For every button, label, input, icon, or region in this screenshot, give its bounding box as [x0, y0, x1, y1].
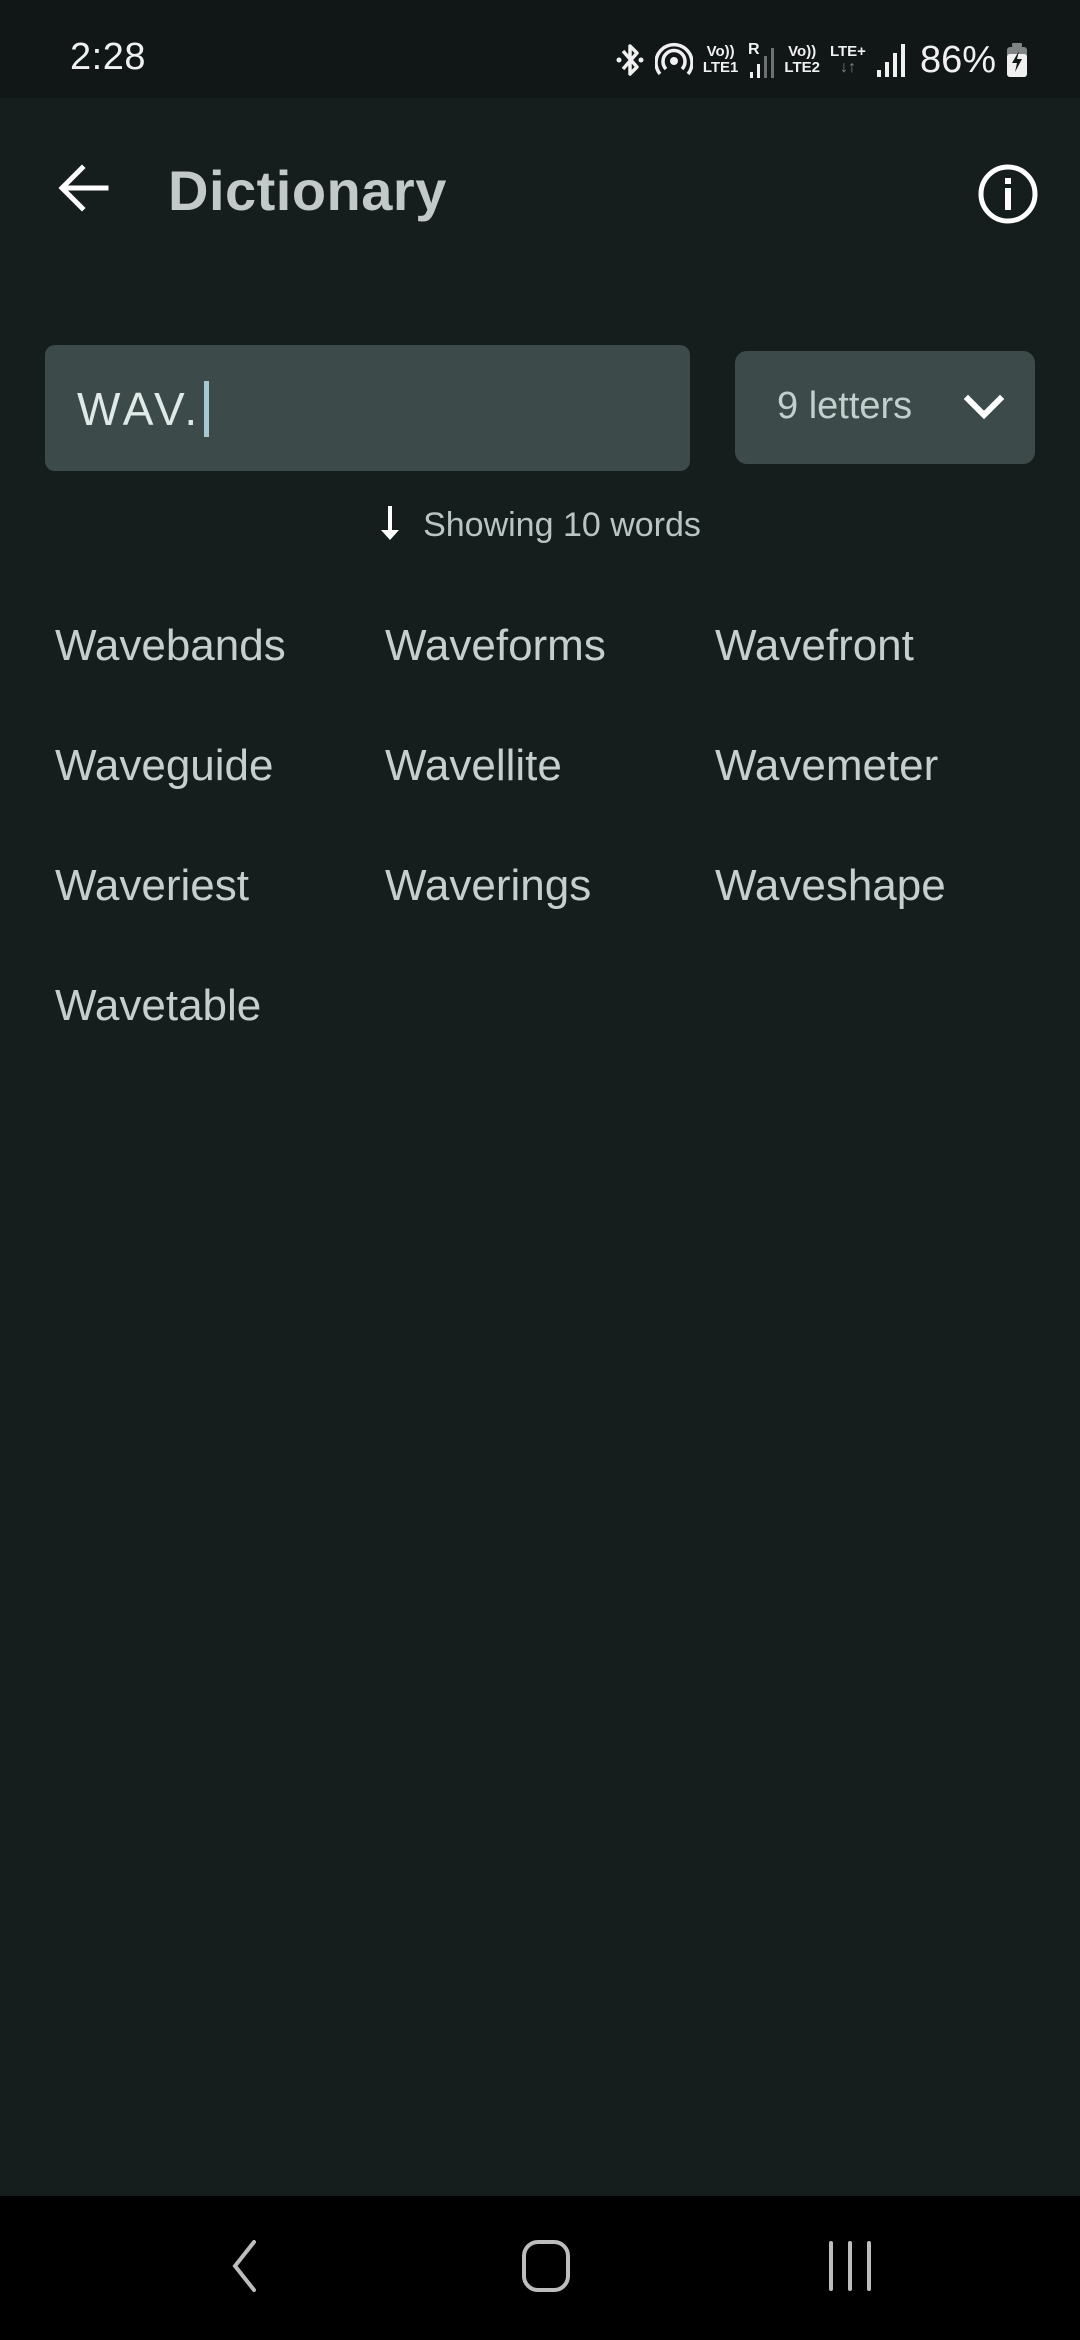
page-title: Dictionary [168, 159, 447, 222]
chevron-down-icon [963, 389, 1005, 425]
nav-back-button[interactable] [195, 2236, 295, 2300]
search-input-value: WAV. [77, 383, 202, 435]
status-bar: 2:28 Vo)) LTE1 R Vo)) LTE2 LTE+ ↓↑ 86% [0, 0, 1080, 98]
nav-back-icon [230, 2239, 260, 2298]
nav-recents-button[interactable] [800, 2236, 900, 2300]
text-caret [204, 381, 210, 437]
nav-home-button[interactable] [496, 2236, 596, 2300]
word-item[interactable]: Wavefront [715, 610, 1045, 730]
signal-roaming-icon: R [748, 40, 775, 80]
battery-percent: 86% [919, 38, 996, 81]
svg-text:R: R [748, 41, 760, 58]
volte-lte2-icon: Vo)) LTE2 [784, 43, 820, 76]
word-item[interactable]: Wavebands [55, 610, 385, 730]
results-summary: Showing 10 words [0, 500, 1080, 550]
back-button[interactable] [52, 158, 116, 222]
nav-recents-icon [825, 2240, 875, 2296]
results-count-text: Showing 10 words [423, 505, 701, 544]
word-item[interactable]: Waverings [385, 850, 715, 970]
battery-charging-icon [1006, 42, 1028, 78]
word-item[interactable]: Wavemeter [715, 730, 1045, 850]
lte-plus-data-icon: LTE+ ↓↑ [829, 43, 866, 76]
app-bar: Dictionary [0, 98, 1080, 298]
system-nav-bar [0, 2196, 1080, 2340]
word-item[interactable]: Waveguide [55, 730, 385, 850]
word-item[interactable]: Wavetable [55, 970, 385, 1090]
word-item[interactable]: Wavellite [385, 730, 715, 850]
arrow-left-icon [58, 163, 110, 217]
volte-lte1-icon: Vo)) LTE1 [702, 43, 739, 76]
status-icons: Vo)) LTE1 R Vo)) LTE2 LTE+ ↓↑ 86% [615, 38, 1028, 82]
word-length-selected: 9 letters [777, 385, 913, 427]
word-length-dropdown[interactable]: 9 letters [735, 351, 1035, 464]
hotspot-icon [654, 41, 693, 79]
search-input[interactable]: WAV. [45, 345, 690, 471]
bluetooth-icon [615, 42, 645, 78]
word-item[interactable]: Waveshape [715, 850, 1045, 970]
info-button[interactable] [972, 160, 1044, 232]
status-time: 2:28 [70, 36, 146, 78]
word-item[interactable]: Waveforms [385, 610, 715, 730]
signal-icon [876, 42, 906, 78]
word-list: Wavebands Waveforms Wavefront Waveguide … [55, 610, 1045, 1090]
arrow-down-icon[interactable] [379, 504, 401, 547]
word-item[interactable]: Waveriest [55, 850, 385, 970]
nav-home-icon [521, 2239, 571, 2298]
info-circle-icon [977, 163, 1039, 230]
